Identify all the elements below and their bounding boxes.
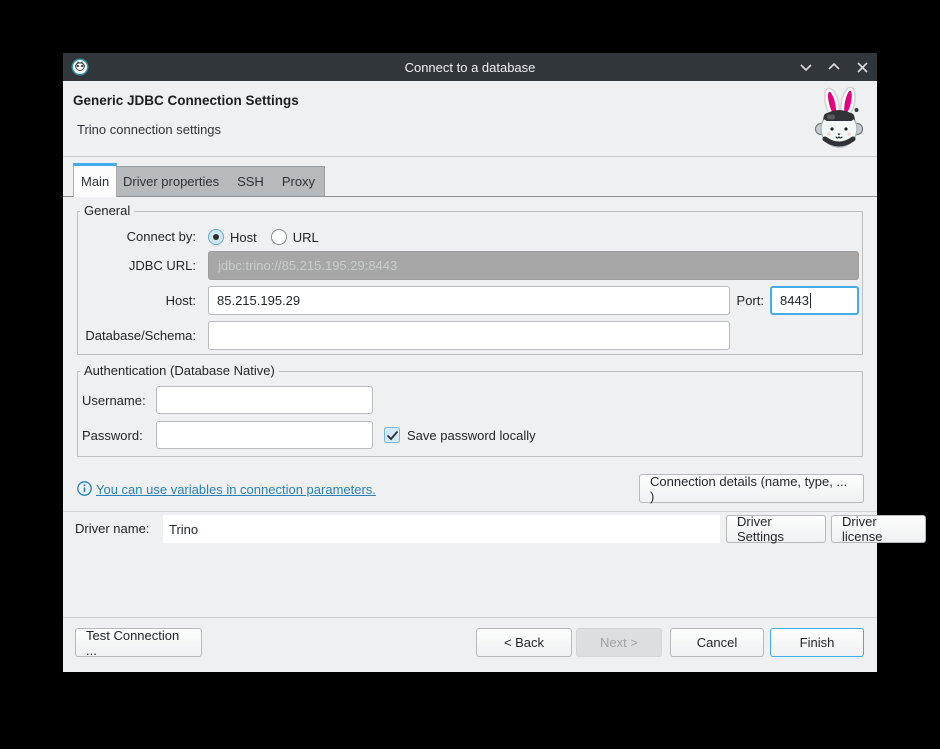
driver-name-label: Driver name: — [75, 521, 149, 536]
cancel-button[interactable]: Cancel — [670, 628, 764, 657]
dialog-header: Generic JDBC Connection Settings Trino c… — [63, 81, 877, 157]
connect-by-url-radio[interactable]: URL — [271, 229, 319, 245]
titlebar[interactable]: Connect to a database — [63, 53, 877, 81]
cancel-label: Cancel — [697, 635, 737, 650]
finish-button[interactable]: Finish — [770, 628, 864, 657]
tab-proxy-label: Proxy — [282, 174, 315, 189]
jdbc-url-value: jdbc:trino://85.215.195.29:8443 — [218, 258, 397, 273]
driver-name-field: Trino — [163, 515, 720, 543]
dbeaver-rabbit-logo — [810, 87, 868, 151]
driver-license-button[interactable]: Driver license — [831, 515, 926, 543]
minimize-button[interactable] — [797, 58, 815, 76]
authentication-group-legend: Authentication (Database Native) — [80, 363, 279, 378]
checkbox-checked-icon — [384, 427, 400, 443]
back-label: < Back — [504, 635, 544, 650]
tab-ssh[interactable]: SSH — [228, 167, 273, 196]
maximize-button[interactable] — [825, 58, 843, 76]
hint-row: You can use variables in connection para… — [63, 474, 877, 504]
save-password-label: Save password locally — [407, 428, 536, 443]
general-group-legend: General — [80, 203, 134, 218]
driver-settings-label: Driver Settings — [737, 514, 815, 544]
connect-by-host-radio[interactable]: Host — [208, 229, 257, 245]
connect-by-label: Connect by: — [82, 227, 196, 247]
tab-bar: Main Driver properties SSH Proxy — [63, 163, 877, 197]
database-schema-input[interactable] — [208, 321, 730, 350]
tab-divider — [63, 196, 877, 197]
radio-url-label: URL — [293, 230, 319, 245]
jdbc-url-label: JDBC URL: — [82, 256, 196, 276]
connect-database-dialog: Connect to a database Generic JDBC Conne… — [63, 53, 877, 672]
radio-host-label: Host — [230, 230, 257, 245]
close-icon — [857, 62, 868, 73]
username-input[interactable] — [156, 386, 373, 414]
port-input[interactable]: 8443 — [770, 286, 859, 315]
page-subtitle: Trino connection settings — [77, 122, 221, 137]
host-label: Host: — [82, 291, 196, 311]
back-button[interactable]: < Back — [476, 628, 572, 657]
tab-proxy[interactable]: Proxy — [273, 167, 324, 196]
driver-settings-button[interactable]: Driver Settings — [726, 515, 826, 543]
close-button[interactable] — [853, 58, 871, 76]
tab-driver-properties[interactable]: Driver properties — [114, 167, 228, 196]
driver-license-label: Driver license — [842, 514, 915, 544]
connection-details-label: Connection details (name, type, ... ) — [650, 474, 853, 504]
general-group: General Connect by: Host URL JDBC URL: j… — [77, 211, 863, 355]
next-label: Next > — [600, 635, 638, 650]
divider-above-driver — [63, 511, 877, 512]
radio-host-icon — [208, 229, 224, 245]
footer-divider — [63, 617, 877, 618]
next-button: Next > — [576, 628, 662, 657]
radio-url-icon — [271, 229, 287, 245]
page-title: Generic JDBC Connection Settings — [73, 93, 299, 108]
test-connection-button[interactable]: Test Connection ... — [75, 628, 202, 657]
tab-ssh-label: SSH — [237, 174, 264, 189]
jdbc-url-field: jdbc:trino://85.215.195.29:8443 — [208, 251, 859, 280]
test-connection-label: Test Connection ... — [86, 628, 191, 658]
database-schema-label: Database/Schema: — [82, 326, 196, 346]
username-label: Username: — [82, 391, 145, 411]
host-input[interactable] — [208, 286, 730, 315]
text-caret — [810, 293, 812, 308]
chevron-down-icon — [800, 63, 812, 71]
inactive-tabs: Driver properties SSH Proxy — [113, 166, 325, 196]
info-icon — [77, 481, 92, 496]
variables-link[interactable]: You can use variables in connection para… — [96, 482, 376, 497]
port-value: 8443 — [780, 293, 809, 308]
connection-details-button[interactable]: Connection details (name, type, ... ) — [639, 474, 864, 503]
authentication-group: Authentication (Database Native) Usernam… — [77, 371, 863, 457]
chevron-up-icon — [828, 63, 840, 71]
tab-main-label: Main — [81, 174, 109, 189]
port-label: Port: — [698, 291, 764, 311]
tab-main[interactable]: Main — [73, 163, 117, 197]
save-password-checkbox[interactable]: Save password locally — [384, 427, 536, 443]
tab-driver-properties-label: Driver properties — [123, 174, 219, 189]
driver-name-value: Trino — [169, 522, 198, 537]
finish-label: Finish — [800, 635, 835, 650]
password-label: Password: — [82, 426, 145, 446]
password-input[interactable] — [156, 421, 373, 449]
window-title: Connect to a database — [63, 60, 877, 75]
